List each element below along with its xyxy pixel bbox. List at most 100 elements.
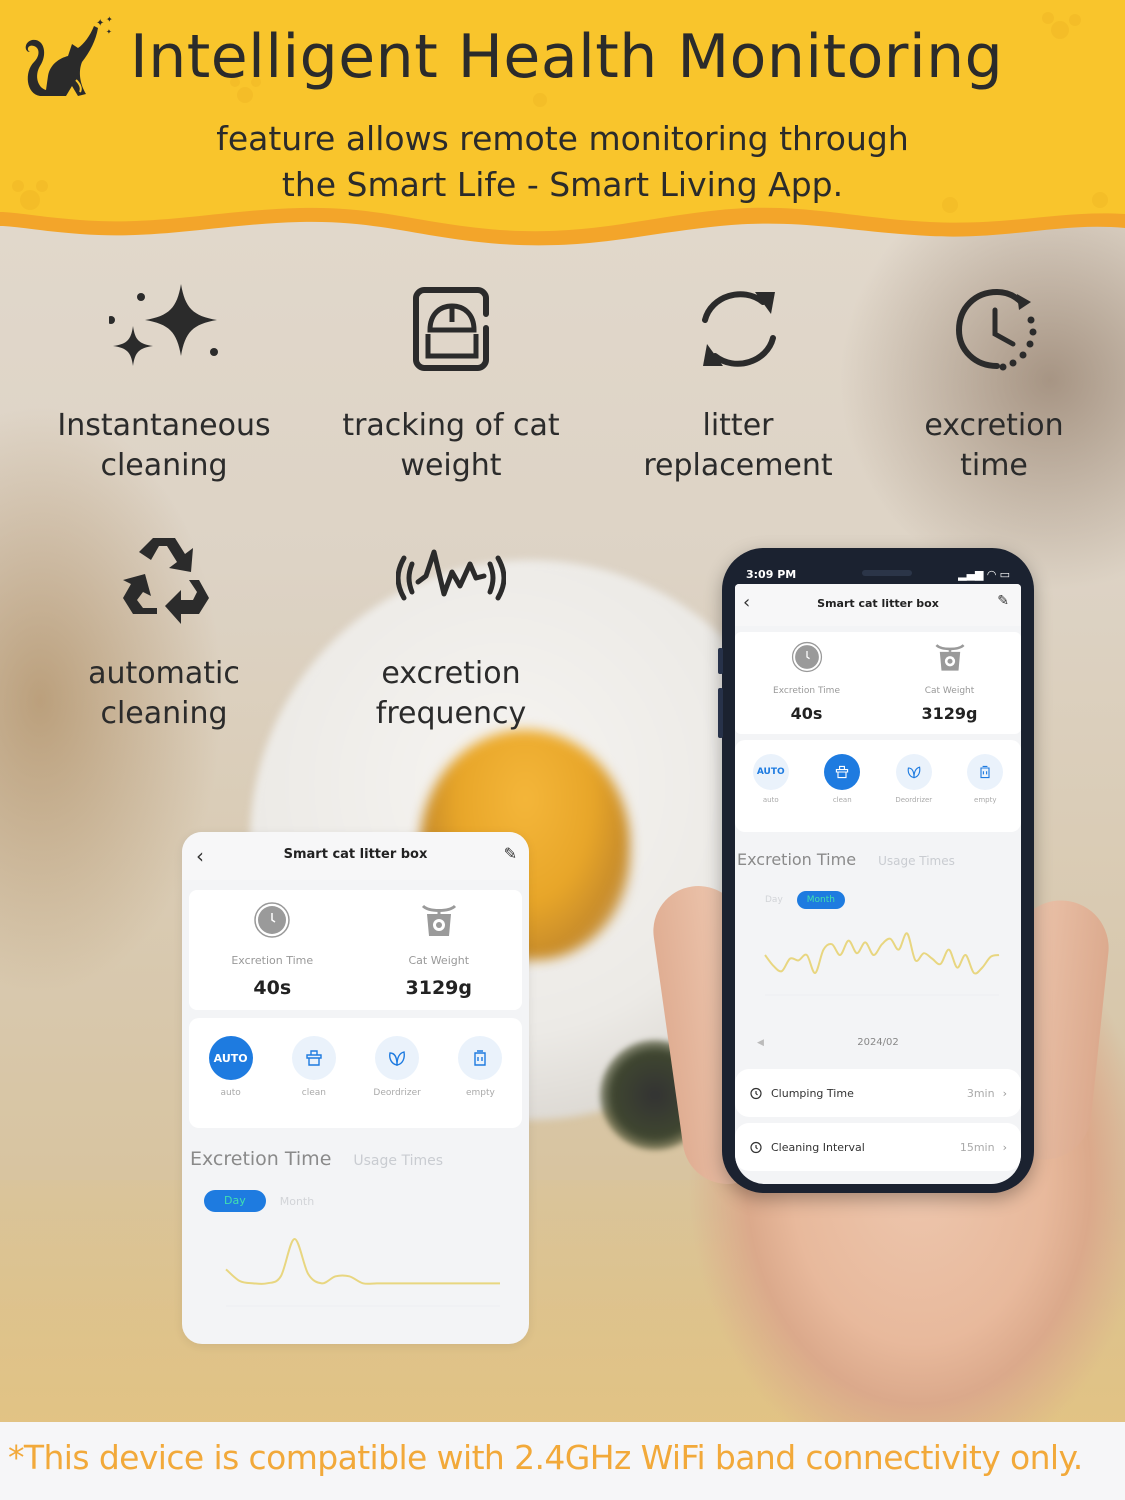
leaf-icon[interactable] <box>895 754 932 790</box>
action-label: empty <box>974 796 997 804</box>
stat-label: Cat Weight <box>408 954 470 967</box>
stat-excretion-time: Excretion Time 40s <box>189 890 356 1010</box>
action-clean[interactable]: clean <box>812 754 872 832</box>
feature-excretion-time: excretion time <box>864 280 1124 486</box>
feature-label: tracking of cat weight <box>321 406 581 486</box>
action-label: empty <box>465 1088 495 1098</box>
stat-excretion-time: Excretion Time 40s <box>735 632 878 734</box>
weight-scale-icon <box>413 287 489 371</box>
stat-label: Cat Weight <box>924 686 975 696</box>
action-label: Deordrizer <box>373 1088 421 1098</box>
stat-cat-weight: Cat Weight 3129g <box>356 890 523 1010</box>
stat-value: 3129g <box>405 977 472 999</box>
clock-timer-icon <box>955 288 1037 371</box>
range-tabs: Day Month <box>204 1190 507 1212</box>
current-date: 2024/02 <box>857 1037 899 1048</box>
action-clean[interactable]: clean <box>284 1036 344 1128</box>
feature-instantaneous-cleaning: Instantaneous cleaning <box>34 280 294 486</box>
feature-label-line: weight <box>400 448 502 483</box>
setting-name: Clumping Time <box>771 1086 854 1100</box>
phone-screen: ‹ Smart cat litter box ✎ Excretion Time … <box>735 584 1021 1184</box>
status-time: 3:09 PM <box>746 568 797 581</box>
tab-excretion-time[interactable]: Excretion Time <box>737 850 856 869</box>
stat-value: 3129g <box>921 704 978 723</box>
app-header: ‹ Smart cat litter box ✎ <box>735 584 1021 626</box>
feature-label: excretion frequency <box>321 654 581 734</box>
previous-month-icon[interactable]: ◀ <box>757 1023 764 1063</box>
setting-cleaning-interval[interactable]: Cleaning Interval 15min › <box>735 1123 1021 1171</box>
feature-label: litter replacement <box>608 406 868 486</box>
setting-clumping-time[interactable]: Clumping Time 3min › <box>735 1069 1021 1117</box>
sparkles-icon <box>109 284 218 366</box>
trash-icon[interactable] <box>967 754 1004 790</box>
feature-excretion-frequency: excretion frequency <box>321 528 581 734</box>
feature-litter-replacement: litter replacement <box>608 280 868 486</box>
page-subtitle: feature allows remote monitoring through… <box>0 116 1125 208</box>
action-buttons: AUTO auto clean Deordrizer empty <box>189 1018 522 1128</box>
scale-icon <box>421 904 456 936</box>
line-chart-month <box>764 932 1000 996</box>
waveform-icon <box>396 549 506 601</box>
phone-volume-button <box>718 688 723 738</box>
tab-month[interactable]: Month <box>280 1195 314 1208</box>
feature-label-line: cleaning <box>100 448 228 483</box>
wifi-compatibility-note: *This device is compatible with 2.4GHz W… <box>8 1438 1083 1477</box>
clock-icon <box>791 641 822 673</box>
page-title: Intelligent Health Monitoring <box>130 22 1004 92</box>
feature-label-line: automatic <box>88 656 240 691</box>
leaf-icon[interactable] <box>375 1036 420 1080</box>
range-tabs: Day Month <box>765 891 991 909</box>
chevron-right-icon: › <box>1002 1086 1007 1100</box>
stat-label: Excretion Time <box>231 954 314 967</box>
action-deodorizer[interactable]: Deordrizer <box>884 754 944 832</box>
pencil-icon[interactable]: ✎ <box>997 593 1009 609</box>
setting-value: 15min <box>959 1140 995 1154</box>
tab-usage-times[interactable]: Usage Times <box>353 1153 443 1169</box>
tab-month[interactable]: Month <box>796 891 845 909</box>
action-label: clean <box>301 1088 326 1098</box>
app-title: Smart cat litter box <box>283 847 428 862</box>
action-buttons: AUTO auto clean Deordrizer empty <box>735 740 1021 832</box>
feature-cat-weight-tracking: tracking of cat weight <box>321 280 581 486</box>
action-empty[interactable]: empty <box>450 1036 510 1128</box>
stats-panel: Excretion Time 40s Cat Weight 3129g <box>735 632 1021 734</box>
auto-icon[interactable]: AUTO <box>208 1036 253 1080</box>
timer-icon <box>750 1141 762 1154</box>
action-label: Deordrizer <box>895 796 933 804</box>
stat-value: 40s <box>790 704 823 723</box>
stat-label: Excretion Time <box>773 686 840 696</box>
action-label: clean <box>832 796 852 804</box>
app-header: ‹ Smart cat litter box ✎ <box>182 832 529 880</box>
setting-name: Cleaning Interval <box>771 1140 865 1154</box>
tab-excretion-time[interactable]: Excretion Time <box>190 1148 331 1170</box>
action-auto[interactable]: AUTO auto <box>741 754 801 832</box>
action-deodorizer[interactable]: Deordrizer <box>367 1036 427 1128</box>
status-icons: ▂▄▆ ◠ ▭ <box>958 568 1010 581</box>
action-empty[interactable]: empty <box>955 754 1015 832</box>
trash-icon[interactable] <box>458 1036 503 1080</box>
feature-label-line: time <box>960 448 1028 483</box>
feature-label-line: excretion <box>381 656 521 691</box>
cat-logo-icon: ✦ ✦ ✦ <box>25 15 113 96</box>
auto-icon[interactable]: AUTO <box>752 754 789 790</box>
line-chart-day <box>225 1237 500 1307</box>
tab-day[interactable]: Day <box>765 895 783 905</box>
recycle-icon <box>123 538 209 624</box>
action-label: auto <box>220 1088 241 1098</box>
svg-text:✦: ✦ <box>106 15 113 24</box>
tab-usage-times[interactable]: Usage Times <box>878 854 955 868</box>
excretion-month-chart <box>735 909 1021 1009</box>
brush-icon[interactable] <box>291 1036 336 1080</box>
feature-label: Instantaneous cleaning <box>34 406 294 486</box>
refresh-arrows-icon <box>702 291 776 367</box>
chevron-right-icon: › <box>1002 1140 1007 1154</box>
svg-text:✦: ✦ <box>106 28 112 36</box>
stat-cat-weight: Cat Weight 3129g <box>878 632 1021 734</box>
scale-icon <box>934 644 965 671</box>
tab-day[interactable]: Day <box>204 1190 266 1212</box>
subtitle-line: feature allows remote monitoring through <box>216 119 909 158</box>
brush-icon[interactable] <box>824 754 861 790</box>
action-auto[interactable]: AUTO auto <box>201 1036 261 1128</box>
pencil-icon[interactable]: ✎ <box>504 844 517 863</box>
app-title: Smart cat litter box <box>817 597 939 610</box>
